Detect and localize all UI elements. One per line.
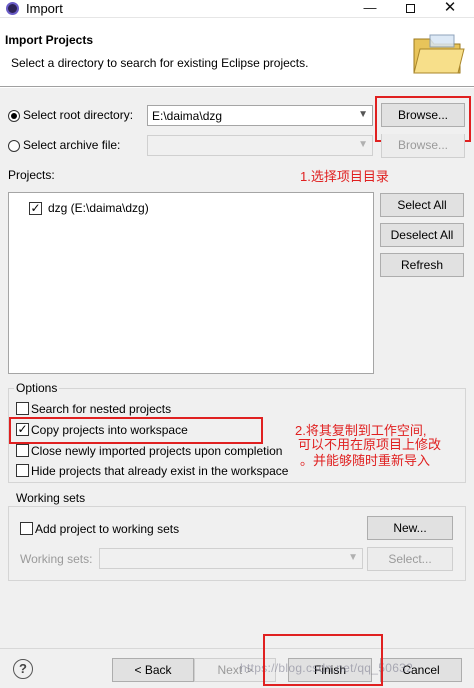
close-after-import-checkbox[interactable] [16,444,29,457]
chevron-down-icon: ▼ [358,109,368,120]
options-title: Options [14,381,60,395]
working-sets-label: Working sets: [20,552,93,566]
deselect-all-button[interactable]: Deselect All [380,223,464,247]
archive-file-radio[interactable] [8,140,20,152]
add-to-working-sets-checkbox[interactable] [20,522,33,535]
chevron-down-icon: ▼ [348,552,358,563]
wizard-footer: ? < Back Next > Finish Cancel https://bl… [0,648,474,688]
archive-file-combo[interactable]: ▼ [147,135,373,156]
window-title: Import [26,1,63,16]
browse-archive-button[interactable]: Browse... [381,134,465,158]
select-all-button[interactable]: Select All [380,193,464,217]
root-directory-combo[interactable]: E:\daima\dzg ▼ [147,105,373,126]
annotation-step-1: 1.选择项目目录 [300,169,389,184]
wizard-content: Select root directory: E:\daima\dzg ▼ Br… [0,88,474,648]
archive-file-label: Select archive file: [23,138,121,152]
list-item[interactable]: ✓ dzg (E:\daima\dzg) [29,201,229,217]
close-after-import-label: Close newly imported projects upon compl… [31,444,283,458]
back-button[interactable]: < Back [112,658,194,682]
maximize-button[interactable] [392,0,428,18]
root-directory-value: E:\daima\dzg [152,109,223,123]
projects-list[interactable]: ✓ dzg (E:\daima\dzg) [8,192,374,374]
help-icon[interactable]: ? [13,659,33,679]
maximize-icon [405,4,415,13]
highlight-copy-option [9,417,263,444]
hide-existing-label: Hide projects that already exist in the … [31,464,289,478]
folder-icon [413,34,465,74]
hide-existing-checkbox[interactable] [16,464,29,477]
project-checkbox[interactable]: ✓ [29,202,42,215]
new-working-set-button[interactable]: New... [367,516,453,540]
select-working-sets-button[interactable]: Select... [367,547,453,571]
working-sets-title: Working sets [14,491,88,505]
search-nested-label: Search for nested projects [31,402,172,416]
project-label: dzg (E:\daima\dzg) [48,201,149,215]
search-nested-checkbox[interactable] [16,402,29,415]
working-sets-combo[interactable]: ▼ [99,548,363,569]
wizard-header: Import Projects Select a directory to se… [0,19,474,87]
title-bar: Import — ✕ [0,0,474,18]
add-to-working-sets-label: Add project to working sets [35,522,180,536]
projects-label: Projects: [8,168,55,182]
page-description: Select a directory to search for existin… [11,56,309,70]
chevron-down-icon: ▼ [358,139,368,150]
root-directory-label: Select root directory: [23,108,134,122]
refresh-button[interactable]: Refresh [380,253,464,277]
eclipse-icon [6,2,19,15]
root-directory-radio[interactable] [8,110,20,122]
page-title: Import Projects [5,33,94,47]
highlight-finish [263,634,383,686]
close-button[interactable]: ✕ [432,0,468,18]
minimize-button[interactable]: — [352,0,388,18]
annotation-step-2-line-3: 。并能够随时重新导入 [300,453,431,468]
